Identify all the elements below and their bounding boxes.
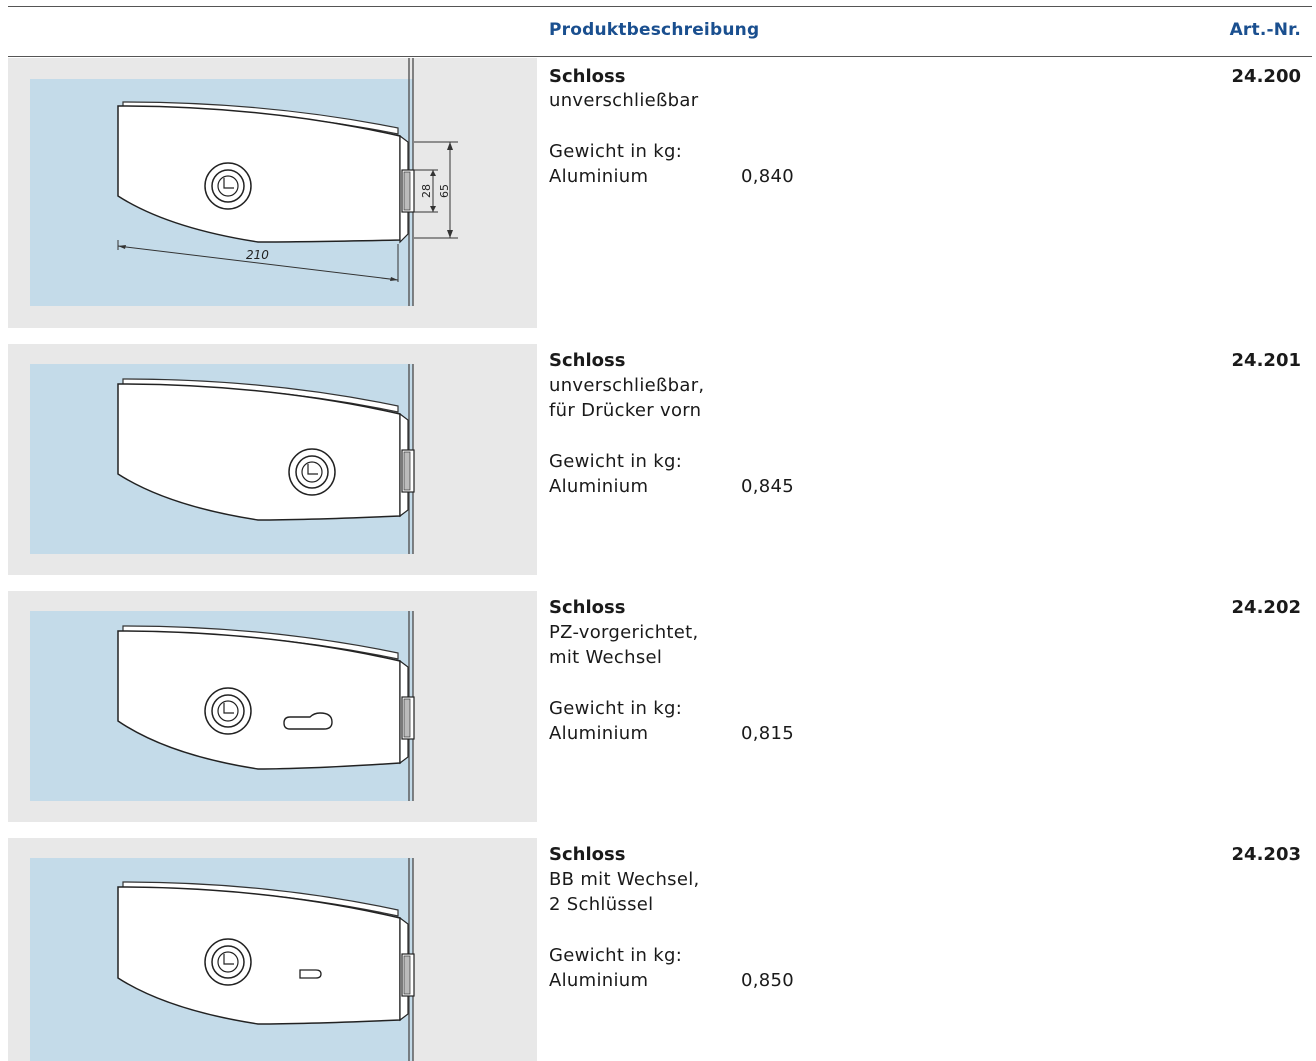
lock-drawing	[30, 364, 415, 554]
product-image: 210 28 65	[8, 58, 537, 328]
weight-label: Gewicht in kg:	[549, 451, 683, 472]
dim-width-label: 210	[246, 248, 269, 262]
material-label: Aluminium	[549, 723, 649, 744]
product-row: Schloss BB mit Wechsel, 2 Schlüssel Gewi…	[0, 838, 1316, 1061]
lock-drawing	[30, 611, 415, 801]
art-nr: 24.200	[1231, 66, 1301, 87]
lock-drawing: 210 28 65	[30, 58, 458, 306]
art-nr: 24.201	[1231, 350, 1301, 371]
top-rule	[8, 6, 1312, 7]
desc-line: für Drücker vorn	[549, 400, 702, 421]
desc-line: unverschließbar,	[549, 375, 705, 396]
product-title: Schloss	[549, 597, 626, 618]
dim-latch-label: 28	[420, 184, 433, 198]
material-label: Aluminium	[549, 476, 649, 497]
product-title: Schloss	[549, 66, 626, 87]
header-description: Produktbeschreibung	[549, 20, 760, 40]
product-row: 210 28 65 Schloss unverschließbar Gewich…	[0, 58, 1316, 328]
weight-value: 0,840	[741, 166, 795, 187]
product-description: unverschließbar, für Drücker vorn	[549, 373, 704, 423]
header-rule	[8, 56, 1312, 57]
art-nr: 24.202	[1231, 597, 1301, 618]
weight-value: 0,815	[741, 723, 795, 744]
desc-line: 2 Schlüssel	[549, 894, 654, 915]
product-image	[8, 838, 537, 1061]
product-title: Schloss	[549, 844, 626, 865]
desc-line: BB mit Wechsel,	[549, 869, 700, 890]
weight-label: Gewicht in kg:	[549, 141, 683, 162]
desc-line: mit Wechsel	[549, 647, 663, 668]
product-description: PZ-vorgerichtet, mit Wechsel	[549, 620, 699, 670]
product-description: BB mit Wechsel, 2 Schlüssel	[549, 867, 700, 917]
weight-label: Gewicht in kg:	[549, 698, 683, 719]
product-row: Schloss PZ-vorgerichtet, mit Wechsel Gew…	[0, 591, 1316, 822]
material-label: Aluminium	[549, 166, 649, 187]
material-label: Aluminium	[549, 970, 649, 991]
art-nr: 24.203	[1231, 844, 1301, 865]
product-image	[8, 344, 537, 575]
weight-label: Gewicht in kg:	[549, 945, 683, 966]
lock-drawing	[30, 858, 415, 1061]
product-image	[8, 591, 537, 822]
product-title: Schloss	[549, 350, 626, 371]
dim-height-label: 65	[438, 184, 451, 198]
weight-value: 0,845	[741, 476, 795, 497]
desc-line: unverschließbar	[549, 90, 699, 111]
product-row: Schloss unverschließbar, für Drücker vor…	[0, 344, 1316, 575]
header-art-nr: Art.-Nr.	[1229, 20, 1301, 40]
product-description: unverschließbar	[549, 88, 698, 113]
desc-line: PZ-vorgerichtet,	[549, 622, 699, 643]
weight-value: 0,850	[741, 970, 795, 991]
